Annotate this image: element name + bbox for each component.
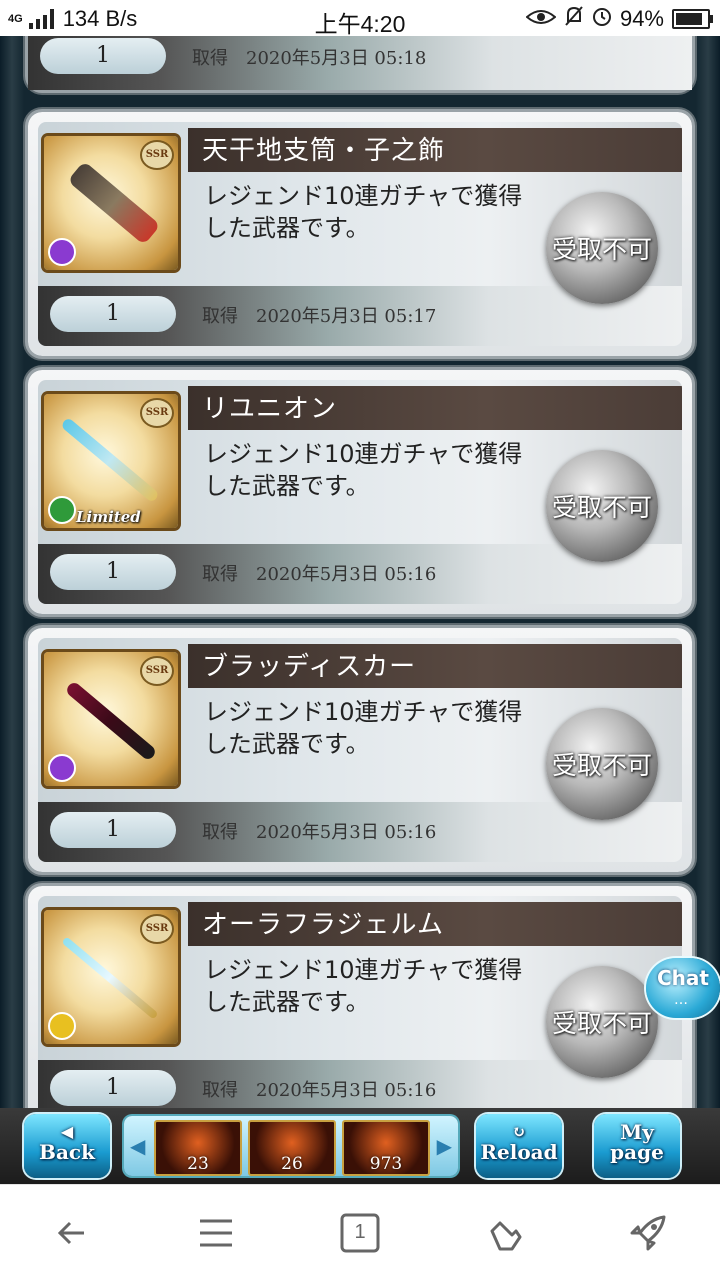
list-item: オーラフラジェルム SSR レジェンド10連ガチャで獲得した武器です。 1 取得… bbox=[28, 886, 692, 1108]
chat-button[interactable]: Chat … bbox=[646, 958, 720, 1018]
resource-item[interactable]: 26 bbox=[248, 1120, 336, 1176]
reload-button[interactable]: ↻ Reload bbox=[476, 1114, 562, 1178]
acquired-date: 取得 2020年5月3日 05:16 bbox=[202, 822, 437, 843]
element-icon bbox=[48, 496, 76, 524]
rarity-badge: SSR bbox=[140, 398, 174, 428]
gesture-hand-icon[interactable] bbox=[482, 1211, 526, 1255]
item-description: レジェンド10連ガチャで獲得した武器です。 bbox=[204, 956, 523, 1016]
rarity-badge: SSR bbox=[140, 656, 174, 686]
limited-label: Limited bbox=[76, 508, 141, 526]
item-name: リユニオン bbox=[202, 394, 338, 424]
status-bar: 4G 134 B/s 上午4:20 94% bbox=[0, 0, 720, 37]
element-icon bbox=[48, 754, 76, 782]
rarity-badge: SSR bbox=[140, 914, 174, 944]
scroll-right-icon[interactable]: ▶ bbox=[437, 1134, 452, 1158]
item-description: レジェンド10連ガチャで獲得した武器です。 bbox=[204, 440, 523, 500]
battery-icon bbox=[672, 9, 713, 29]
item-description: レジェンド10連ガチャで獲得した武器です。 bbox=[204, 698, 523, 758]
quantity: 1 bbox=[50, 554, 176, 590]
rocket-icon[interactable] bbox=[626, 1211, 670, 1255]
list-item: 天干地支筒・子之飾 SSR レジェンド10連ガチャで獲得した武器です。 1 取得… bbox=[28, 112, 692, 356]
weapon-thumbnail[interactable]: SSR bbox=[44, 652, 178, 786]
acquired-date: 取得 2020年5月3日 05:18 bbox=[192, 48, 427, 69]
quantity: 1 bbox=[40, 38, 166, 74]
game-nav: ◀ Back ◀ 23 26 973 ▶ ↻ Reload My page bbox=[0, 1108, 720, 1184]
weapon-thumbnail[interactable]: SSR bbox=[44, 910, 178, 1044]
weapon-thumbnail[interactable]: SSR Limited bbox=[44, 394, 178, 528]
quantity: 1 bbox=[50, 296, 176, 332]
receive-button[interactable]: 受取不可 bbox=[546, 192, 658, 304]
gift-list[interactable]: 1 取得 2020年5月3日 05:18 天干地支筒・子之飾 SSR レジェンド1… bbox=[0, 36, 720, 1108]
item-name: オーラフラジェルム bbox=[202, 910, 444, 940]
menu-icon[interactable] bbox=[194, 1211, 238, 1255]
receive-button[interactable]: 受取不可 bbox=[546, 450, 658, 562]
acquired-date: 取得 2020年5月3日 05:17 bbox=[202, 306, 437, 327]
battery-percent: 94% bbox=[619, 6, 664, 31]
acquired-date: 取得 2020年5月3日 05:16 bbox=[202, 1080, 437, 1101]
back-arrow-icon[interactable] bbox=[50, 1211, 94, 1255]
list-item: 1 取得 2020年5月3日 05:18 bbox=[28, 36, 692, 90]
browser-toolbar: 1 bbox=[0, 1184, 720, 1281]
back-button[interactable]: ◀ Back bbox=[24, 1114, 110, 1178]
element-icon bbox=[48, 238, 76, 266]
item-description: レジェンド10連ガチャで獲得した武器です。 bbox=[204, 182, 523, 242]
item-name: ブラッディスカー bbox=[202, 652, 417, 682]
weapon-thumbnail[interactable]: SSR bbox=[44, 136, 178, 270]
item-name: 天干地支筒・子之飾 bbox=[202, 136, 446, 166]
alarm-icon bbox=[592, 5, 612, 33]
receive-button[interactable]: 受取不可 bbox=[546, 966, 658, 1078]
eye-icon bbox=[525, 6, 557, 32]
element-icon bbox=[48, 1012, 76, 1040]
tab-count: 1 bbox=[354, 1221, 366, 1243]
quantity: 1 bbox=[50, 1070, 176, 1106]
resource-item[interactable]: 973 bbox=[342, 1120, 430, 1176]
mypage-button[interactable]: My page bbox=[594, 1114, 680, 1178]
acquired-date: 取得 2020年5月3日 05:16 bbox=[202, 564, 437, 585]
list-item: ブラッディスカー SSR レジェンド10連ガチャで獲得した武器です。 1 取得 2… bbox=[28, 628, 692, 872]
rarity-badge: SSR bbox=[140, 140, 174, 170]
quantity: 1 bbox=[50, 812, 176, 848]
resource-item[interactable]: 23 bbox=[154, 1120, 242, 1176]
receive-button[interactable]: 受取不可 bbox=[546, 708, 658, 820]
mute-bell-icon bbox=[564, 5, 584, 33]
tabs-icon[interactable]: 1 bbox=[338, 1211, 382, 1255]
resource-strip: ◀ 23 26 973 ▶ bbox=[124, 1116, 458, 1176]
scroll-left-icon[interactable]: ◀ bbox=[130, 1134, 145, 1158]
list-item: リユニオン SSR Limited レジェンド10連ガチャで獲得した武器です。 … bbox=[28, 370, 692, 614]
